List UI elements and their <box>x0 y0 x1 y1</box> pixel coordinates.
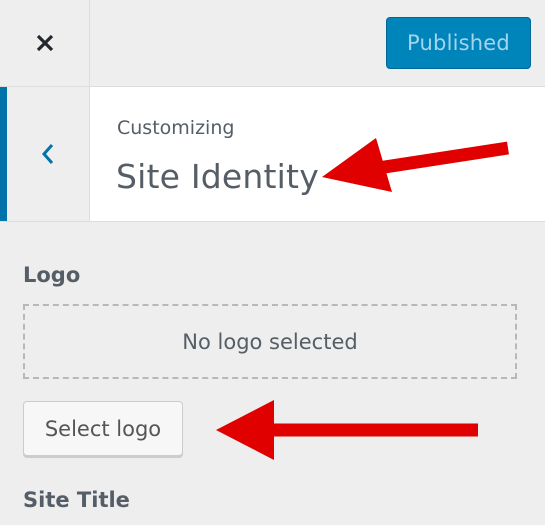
section-header: Customizing Site Identity <box>0 87 545 222</box>
close-icon <box>36 34 53 52</box>
chevron-left-icon <box>41 144 54 164</box>
logo-placeholder-text: No logo selected <box>182 329 358 354</box>
back-button[interactable] <box>0 87 90 221</box>
logo-label: Logo <box>23 263 81 287</box>
customizer-panel: Published Customizing Site Identity Logo… <box>0 0 545 525</box>
logo-placeholder: No logo selected <box>23 304 517 379</box>
close-button[interactable] <box>0 0 90 86</box>
published-button[interactable]: Published <box>386 17 531 69</box>
select-logo-button[interactable]: Select logo <box>23 401 183 456</box>
site-title-label: Site Title <box>23 488 130 512</box>
annotation-arrow-select-logo <box>216 400 478 460</box>
customizer-header: Published <box>0 0 545 87</box>
section-title: Site Identity <box>116 157 319 196</box>
breadcrumb: Customizing <box>117 117 235 139</box>
